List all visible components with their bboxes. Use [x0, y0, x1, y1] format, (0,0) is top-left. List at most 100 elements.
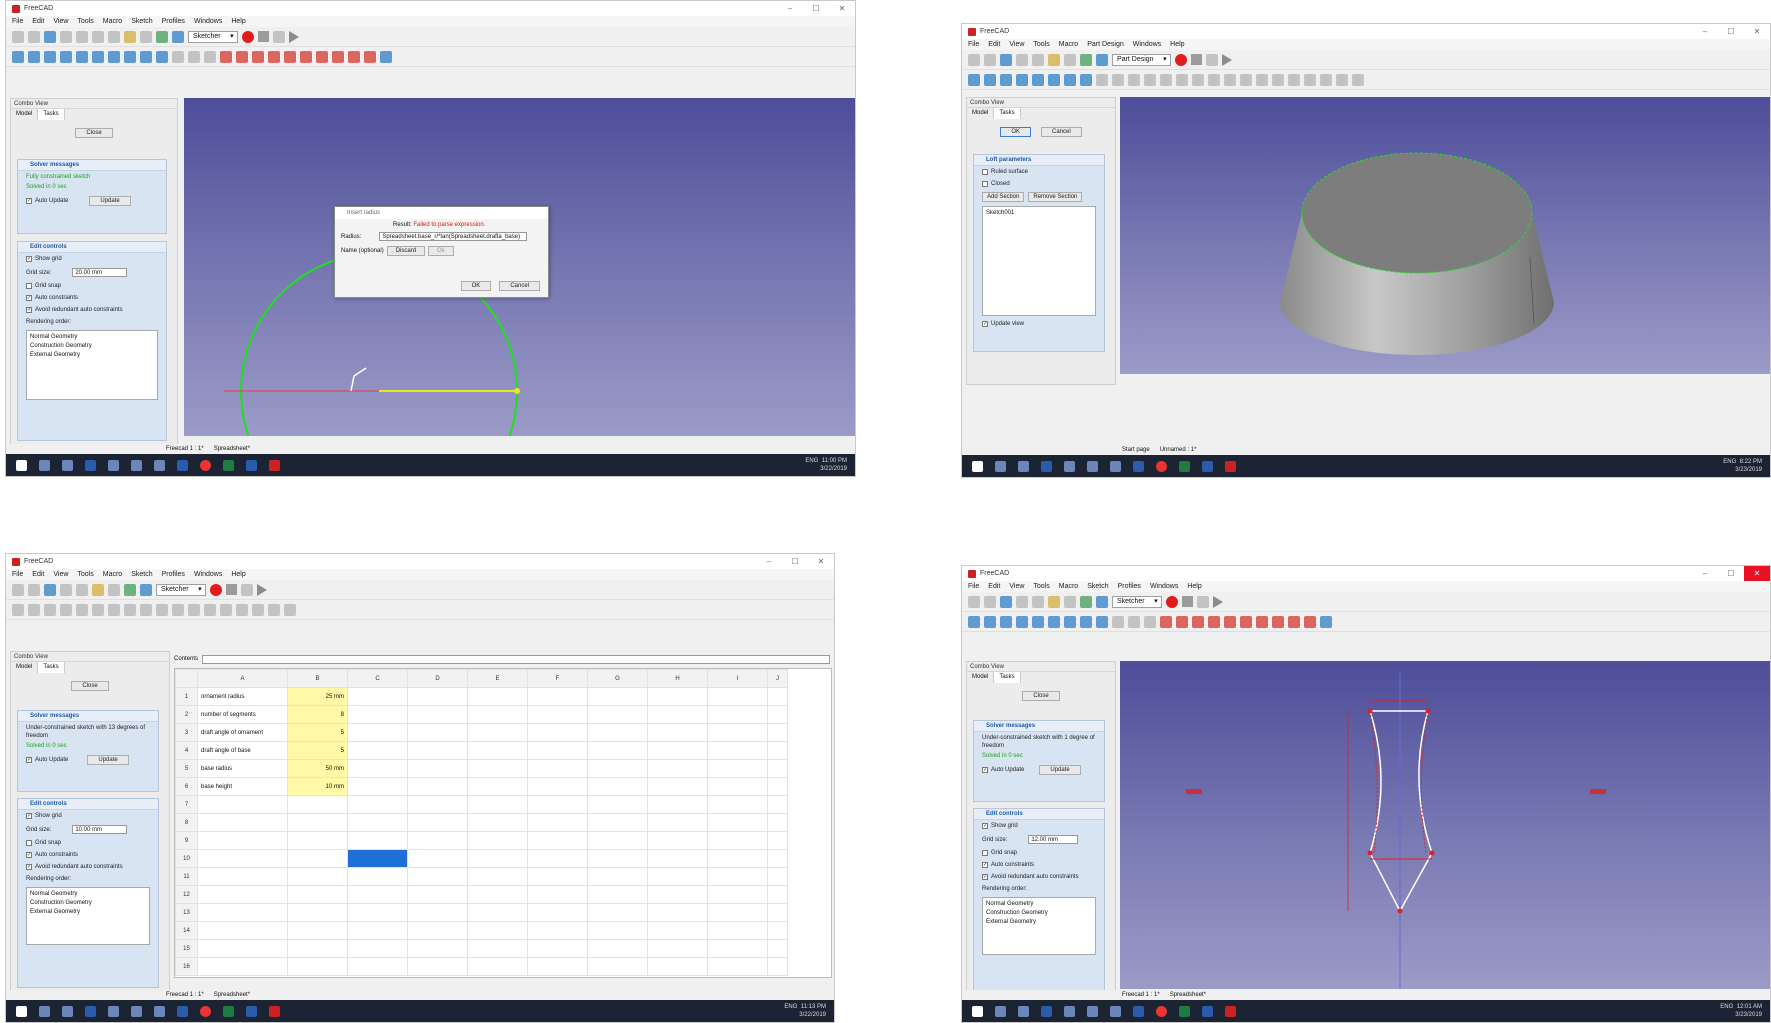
loft-top-face[interactable] — [1301, 152, 1533, 274]
cell-f[interactable] — [527, 813, 588, 832]
cell-e[interactable] — [467, 759, 528, 778]
edge-icon[interactable] — [1041, 460, 1052, 472]
menu-sketch[interactable]: Sketch — [1087, 583, 1108, 590]
edge-icon[interactable] — [1041, 1005, 1052, 1017]
vscode-icon[interactable] — [246, 459, 257, 471]
cell-e[interactable] — [467, 777, 528, 796]
cell-d[interactable] — [407, 939, 468, 958]
cell-b[interactable] — [287, 957, 348, 976]
draw-style-icon[interactable] — [44, 50, 56, 63]
linear-pattern-icon[interactable] — [1336, 73, 1348, 86]
fit-all-icon[interactable] — [968, 615, 980, 628]
cell-f[interactable] — [527, 867, 588, 886]
tab-model[interactable]: Model — [967, 108, 995, 119]
menu-part-design[interactable]: Part Design — [1087, 41, 1124, 48]
freecad-task-icon[interactable] — [1225, 460, 1236, 472]
fit-all-icon[interactable] — [968, 73, 980, 86]
measure-icon[interactable] — [124, 603, 136, 616]
cell-e[interactable] — [467, 885, 528, 904]
explorer-icon[interactable] — [108, 1005, 119, 1017]
cell-f[interactable] — [527, 759, 588, 778]
ok-button[interactable]: OK — [460, 281, 492, 291]
draw-style-icon[interactable] — [1000, 73, 1012, 86]
save-icon[interactable] — [44, 30, 56, 43]
cell-c[interactable] — [347, 831, 408, 850]
cell-j[interactable] — [767, 705, 788, 724]
column-header[interactable]: G — [587, 669, 648, 688]
stop-macro-icon[interactable] — [1190, 54, 1202, 65]
menu-tools[interactable]: Tools — [1033, 583, 1049, 590]
new-icon[interactable] — [968, 53, 980, 66]
cell-h[interactable] — [647, 741, 708, 760]
avoid-redundant-checkbox[interactable]: ✓ — [26, 864, 32, 870]
macros-icon[interactable] — [240, 583, 253, 596]
list-item[interactable]: External Geometry — [30, 908, 146, 917]
grid-snap-checkbox[interactable] — [982, 850, 988, 856]
redo-icon[interactable] — [1064, 595, 1076, 608]
freecad-task-icon[interactable] — [269, 1005, 280, 1017]
cell-d[interactable] — [407, 723, 468, 742]
mail-icon[interactable] — [154, 459, 165, 471]
corner-cell[interactable] — [175, 669, 198, 688]
cell-b[interactable]: 8 — [287, 705, 348, 724]
cell-a[interactable] — [197, 903, 288, 922]
cell-b[interactable] — [287, 849, 348, 868]
cell-e[interactable] — [467, 723, 528, 742]
edge-icon[interactable] — [85, 459, 96, 471]
close-icon[interactable]: ✕ — [829, 1, 855, 16]
menu-windows[interactable]: Windows — [194, 571, 222, 578]
cell-g[interactable] — [587, 903, 648, 922]
cell-f[interactable] — [527, 939, 588, 958]
cell-c[interactable] — [347, 921, 408, 940]
right-view-icon[interactable] — [108, 50, 120, 63]
word-icon[interactable] — [177, 1005, 188, 1017]
vscode-icon[interactable] — [1202, 460, 1213, 472]
auto-update-checkbox[interactable]: ✓ — [26, 198, 32, 204]
new-sketch-icon[interactable] — [1128, 615, 1140, 628]
close-button[interactable]: Close — [75, 128, 113, 138]
edge-icon[interactable] — [85, 1005, 96, 1017]
top-view-icon[interactable] — [1048, 615, 1060, 628]
row-header[interactable]: 6 — [175, 777, 198, 796]
close-icon[interactable]: ✕ — [808, 554, 834, 569]
minimize-icon[interactable]: – — [1692, 566, 1718, 581]
refresh-icon[interactable] — [1080, 53, 1092, 66]
cell-f[interactable] — [527, 903, 588, 922]
spreadsheet-grid[interactable]: A B C D E F G H I J 1 ornament radius 25 m… — [174, 668, 832, 978]
execute-macro-icon[interactable] — [256, 583, 267, 596]
show-grid-checkbox[interactable]: ✓ — [26, 256, 32, 262]
new-icon[interactable] — [12, 30, 24, 43]
cell-h[interactable] — [647, 795, 708, 814]
list-item[interactable]: Construction Geometry — [30, 899, 146, 908]
menu-file[interactable]: File — [968, 583, 979, 590]
cell-d[interactable] — [407, 705, 468, 724]
cell-h[interactable] — [647, 759, 708, 778]
fit-selection-icon[interactable] — [28, 603, 40, 616]
cell-b[interactable]: 10 mm — [287, 777, 348, 796]
excel-icon[interactable] — [1179, 1005, 1190, 1017]
rear-view-icon[interactable] — [124, 50, 136, 63]
cell-b[interactable] — [287, 795, 348, 814]
open-icon[interactable] — [984, 595, 996, 608]
store-icon[interactable] — [1087, 1005, 1098, 1017]
cell-e[interactable] — [467, 705, 528, 724]
word-icon[interactable] — [1133, 1005, 1144, 1017]
cell-a[interactable] — [197, 795, 288, 814]
row-header[interactable]: 3 — [175, 723, 198, 742]
start-icon[interactable] — [972, 460, 983, 472]
line-icon[interactable] — [1176, 615, 1188, 628]
measure-icon[interactable] — [1112, 615, 1124, 628]
paste-icon[interactable] — [1032, 53, 1044, 66]
search-icon[interactable] — [995, 1005, 1006, 1017]
column-header[interactable]: H — [647, 669, 708, 688]
start-icon[interactable] — [16, 1005, 27, 1017]
cell-h[interactable] — [647, 849, 708, 868]
cell-d[interactable] — [407, 849, 468, 868]
cell-e[interactable] — [467, 939, 528, 958]
stop-macro-icon[interactable] — [1181, 596, 1193, 607]
menu-windows[interactable]: Windows — [194, 18, 222, 25]
menu-edit[interactable]: Edit — [32, 18, 44, 25]
explorer-icon[interactable] — [1064, 460, 1075, 472]
cell-h[interactable] — [647, 777, 708, 796]
fillet-icon[interactable] — [268, 603, 280, 616]
